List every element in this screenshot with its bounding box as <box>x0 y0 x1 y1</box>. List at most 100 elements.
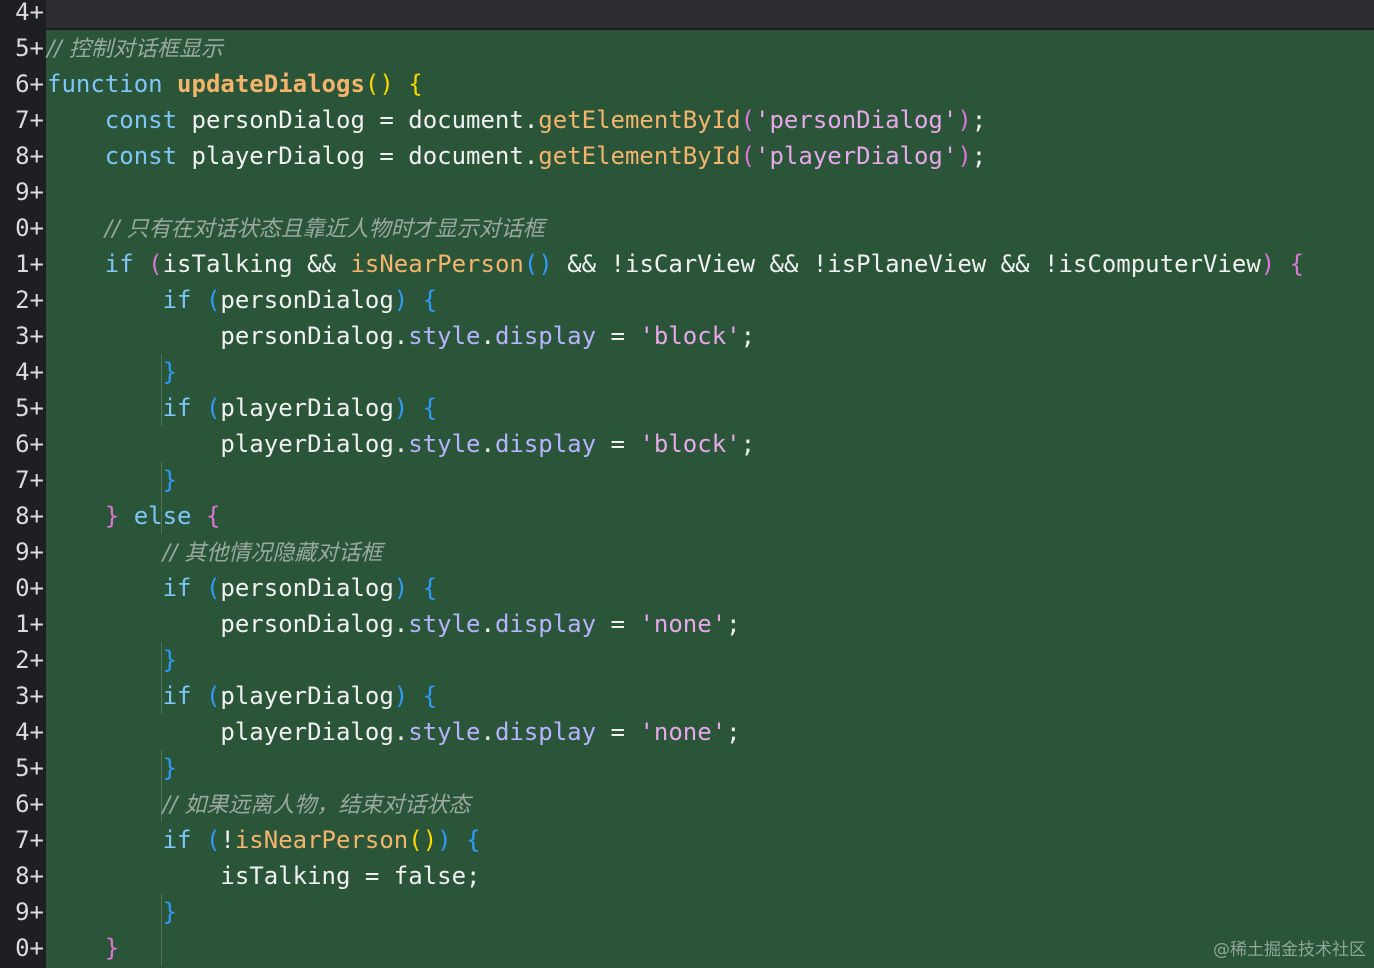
line-number: 6+ <box>15 70 44 98</box>
code-text: if (personDialog) { <box>47 282 438 318</box>
code-comment: // 控制对话框显示 <box>47 37 223 62</box>
code-token: getElementById <box>538 142 741 170</box>
code-text: } else { <box>47 498 221 534</box>
code-line[interactable]: 4+ playerDialog.style.display = 'none'; <box>0 714 1374 750</box>
code-token: ( <box>740 142 756 170</box>
code-line[interactable]: 5+ } <box>0 750 1374 786</box>
code-token: ( <box>205 826 221 854</box>
line-number: 6+ <box>15 790 44 818</box>
code-line[interactable]: 3+ personDialog.style.display = 'block'; <box>0 318 1374 354</box>
line-number: 4+ <box>15 358 44 386</box>
code-line[interactable]: 9+ <box>0 174 1374 210</box>
code-token: 'none' <box>639 610 727 638</box>
code-token: style <box>408 322 481 350</box>
code-token: if <box>162 286 206 314</box>
code-line[interactable]: 7+ const personDialog = document.getElem… <box>0 102 1374 138</box>
code-text: personDialog.style.display = 'none'; <box>47 606 740 642</box>
code-line[interactable]: 7+ } <box>0 462 1374 498</box>
code-token: { <box>205 502 221 530</box>
code-token: && !isCarView && !isPlaneView && !isComp… <box>552 250 1261 278</box>
code-text: if (playerDialog) { <box>47 678 438 714</box>
code-token: style <box>408 430 481 458</box>
code-token: } <box>162 466 178 494</box>
code-line[interactable]: 5+// 控制对话框显示 <box>0 30 1374 66</box>
code-line[interactable]: 5+ if (playerDialog) { <box>0 390 1374 426</box>
code-token: display <box>494 610 597 638</box>
line-number: 2+ <box>15 646 44 674</box>
code-token: 'playerDialog' <box>755 142 958 170</box>
code-token: = <box>596 610 640 638</box>
code-line[interactable]: 8+ isTalking = false; <box>0 858 1374 894</box>
code-token: isTalking && <box>162 250 351 278</box>
code-token: { <box>422 286 438 314</box>
code-token: ( <box>205 394 221 422</box>
code-token: ) <box>1260 250 1276 278</box>
indent-guide <box>160 894 162 966</box>
code-token: const <box>104 142 192 170</box>
code-token: = <box>596 718 640 746</box>
code-text: personDialog.style.display = 'block'; <box>47 318 755 354</box>
code-token: { <box>466 826 481 854</box>
code-token: ) <box>393 682 409 710</box>
code-text: const personDialog = document.getElement… <box>47 102 986 138</box>
indent-guide <box>160 750 162 822</box>
code-line[interactable]: 2+ } <box>0 642 1374 678</box>
line-number: 4+ <box>15 0 44 26</box>
code-token: { <box>422 682 438 710</box>
code-token: ! <box>220 826 235 854</box>
code-token: = <box>596 430 640 458</box>
code-token: playerDialog. <box>47 430 409 458</box>
code-text: const playerDialog = document.getElement… <box>47 138 986 174</box>
code-line[interactable]: 6+ function updateDialogs() { <box>0 66 1374 102</box>
code-line[interactable]: 1+ if (isTalking && isNearPerson() && !i… <box>0 246 1374 282</box>
code-line[interactable]: 9+ // 其他情况隐藏对话框 <box>0 534 1374 570</box>
code-line[interactable]: 4+ } <box>0 354 1374 390</box>
code-comment: // 只有在对话状态且靠近人物时才显示对话框 <box>104 217 545 242</box>
watermark: @稀土掘金技术社区 <box>1213 940 1366 960</box>
line-number: 2+ <box>15 286 44 314</box>
code-line[interactable]: 7+ if (!isNearPerson()) { <box>0 822 1374 858</box>
code-token: } <box>162 754 178 782</box>
code-line[interactable]: 0+ // 只有在对话状态且靠近人物时才显示对话框 <box>0 210 1374 246</box>
code-line[interactable]: 0+ } <box>0 930 1374 966</box>
code-token: display <box>494 322 597 350</box>
code-token: isNearPerson <box>234 826 409 854</box>
code-token: style <box>408 610 481 638</box>
code-text: playerDialog.style.display = 'block'; <box>47 426 755 462</box>
code-token: ( <box>205 682 221 710</box>
line-number: 3+ <box>15 322 44 350</box>
code-line[interactable]: 1+ personDialog.style.display = 'none'; <box>0 606 1374 642</box>
code-token: ) <box>957 142 972 170</box>
line-number: 5+ <box>15 394 44 422</box>
code-line[interactable]: 0+ if (personDialog) { <box>0 570 1374 606</box>
code-line[interactable]: 4+ <box>0 0 1374 30</box>
code-line[interactable]: 8+ } else { <box>0 498 1374 534</box>
code-line[interactable]: 3+ if (playerDialog) { <box>0 678 1374 714</box>
code-comment: // 其他情况隐藏对话框 <box>162 541 383 566</box>
code-line[interactable]: 2+ if (personDialog) { <box>0 282 1374 318</box>
code-token: ) <box>393 286 409 314</box>
code-line[interactable]: 6+ playerDialog.style.display = 'block'; <box>0 426 1374 462</box>
line-number: 7+ <box>15 826 44 854</box>
line-number: 9+ <box>15 178 44 206</box>
code-token: } <box>162 646 178 674</box>
code-editor[interactable]: 4+ 5+// 控制对话框显示 6+ function updateDialogs()… <box>0 0 1374 966</box>
code-line[interactable]: 9+ } <box>0 894 1374 930</box>
code-line[interactable]: 8+ const playerDialog = document.getElem… <box>0 138 1374 174</box>
code-token: if <box>162 826 206 854</box>
code-line[interactable]: 6+ // 如果远离人物，结束对话状态 <box>0 786 1374 822</box>
code-token: personDialog <box>220 574 394 602</box>
